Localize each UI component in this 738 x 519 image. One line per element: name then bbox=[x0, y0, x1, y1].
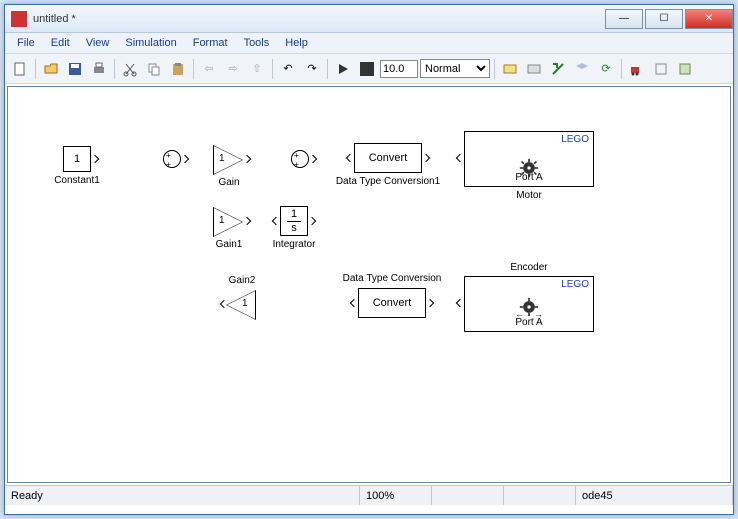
sum2-signs: ++ bbox=[294, 151, 299, 169]
dtc1-text: Convert bbox=[369, 152, 408, 164]
status-empty1 bbox=[432, 486, 504, 505]
minimize-button[interactable]: — bbox=[605, 9, 643, 29]
paste-icon[interactable] bbox=[167, 58, 189, 80]
sim-time-input[interactable] bbox=[380, 60, 418, 78]
constant1-label: Constant1 bbox=[50, 175, 104, 186]
print-icon[interactable] bbox=[88, 58, 110, 80]
port-out bbox=[243, 155, 251, 163]
status-zoom: 100% bbox=[360, 486, 432, 505]
gain2-label: Gain2 bbox=[226, 275, 258, 286]
gain2-value: 1 bbox=[242, 298, 248, 309]
port-out bbox=[91, 155, 99, 163]
port-in bbox=[426, 299, 434, 307]
refresh-icon[interactable]: ⟳ bbox=[595, 58, 617, 80]
forward-icon[interactable]: ⇨ bbox=[222, 58, 244, 80]
menu-tools[interactable]: Tools bbox=[236, 35, 278, 51]
block-gain1[interactable] bbox=[213, 207, 243, 237]
statusbar: Ready 100% ode45 bbox=[5, 485, 733, 505]
port-out bbox=[456, 299, 464, 307]
motor-port: Port A bbox=[465, 172, 593, 183]
save-icon[interactable] bbox=[64, 58, 86, 80]
port-in bbox=[346, 154, 354, 162]
menubar: File Edit View Simulation Format Tools H… bbox=[5, 33, 733, 54]
tool5-icon[interactable] bbox=[674, 58, 696, 80]
tool4-icon[interactable] bbox=[650, 58, 672, 80]
tool2-icon[interactable] bbox=[523, 58, 545, 80]
model-canvas[interactable]: 1 Constant1 ++ 1 Gain ++ Convert Data Ty… bbox=[7, 86, 731, 483]
toolbar: ⇦ ⇨ ⇧ ↶ ↷ Normal ⟳ bbox=[5, 54, 733, 84]
constant1-value: 1 bbox=[74, 153, 80, 165]
menu-view[interactable]: View bbox=[78, 35, 118, 51]
gain-label: Gain bbox=[214, 177, 244, 188]
block-motor[interactable]: LEGO Port A bbox=[464, 131, 594, 187]
redo-icon[interactable]: ↷ bbox=[301, 58, 323, 80]
titlebar: untitled * — ☐ ✕ bbox=[5, 5, 733, 33]
port-in bbox=[456, 154, 464, 162]
cut-icon[interactable] bbox=[119, 58, 141, 80]
separator bbox=[35, 59, 36, 79]
menu-format[interactable]: Format bbox=[185, 35, 236, 51]
separator bbox=[327, 59, 328, 79]
encoder-port: Port A bbox=[465, 317, 593, 328]
stop-icon[interactable] bbox=[356, 58, 378, 80]
tool3-icon[interactable] bbox=[571, 58, 593, 80]
window-title: untitled * bbox=[33, 13, 603, 25]
port-out bbox=[350, 299, 358, 307]
integrator-den: s bbox=[291, 222, 297, 234]
encoder-label: Encoder bbox=[464, 262, 594, 273]
block-dtc1[interactable]: Convert bbox=[354, 143, 422, 173]
motor-brand: LEGO bbox=[561, 134, 589, 145]
undo-icon[interactable]: ↶ bbox=[277, 58, 299, 80]
status-empty2 bbox=[504, 486, 576, 505]
motor-label: Motor bbox=[464, 190, 594, 201]
app-icon bbox=[11, 11, 27, 27]
menu-help[interactable]: Help bbox=[277, 35, 316, 51]
block-integrator[interactable]: 1 s bbox=[280, 206, 308, 236]
port-out bbox=[308, 217, 316, 225]
port-out bbox=[422, 154, 430, 162]
app-window: untitled * — ☐ ✕ File Edit View Simulati… bbox=[4, 4, 734, 515]
menu-edit[interactable]: Edit bbox=[43, 35, 78, 51]
integrator-num: 1 bbox=[287, 208, 301, 221]
open-icon[interactable] bbox=[40, 58, 62, 80]
separator bbox=[193, 59, 194, 79]
menu-file[interactable]: File bbox=[9, 35, 43, 51]
status-ready: Ready bbox=[5, 486, 360, 505]
play-icon[interactable] bbox=[332, 58, 354, 80]
separator bbox=[272, 59, 273, 79]
gain-value: 1 bbox=[219, 153, 225, 164]
port-out bbox=[309, 155, 317, 163]
port-out bbox=[181, 155, 189, 163]
encoder-brand: LEGO bbox=[561, 279, 589, 290]
status-solver: ode45 bbox=[576, 486, 733, 505]
separator bbox=[494, 59, 495, 79]
dtc-label: Data Type Conversion bbox=[338, 273, 446, 284]
tool-icon[interactable] bbox=[499, 58, 521, 80]
close-button[interactable]: ✕ bbox=[685, 9, 733, 29]
up-icon[interactable]: ⇧ bbox=[246, 58, 268, 80]
separator bbox=[114, 59, 115, 79]
library-icon[interactable] bbox=[626, 58, 648, 80]
sum1-signs: ++ bbox=[166, 151, 171, 169]
port-in bbox=[272, 217, 280, 225]
build-icon[interactable] bbox=[547, 58, 569, 80]
menu-simulation[interactable]: Simulation bbox=[117, 35, 184, 51]
copy-icon[interactable] bbox=[143, 58, 165, 80]
dtc-text: Convert bbox=[373, 297, 412, 309]
gain1-label: Gain1 bbox=[211, 239, 247, 250]
dtc1-label: Data Type Conversion1 bbox=[332, 176, 444, 187]
block-gain2[interactable] bbox=[226, 290, 256, 320]
gain1-value: 1 bbox=[219, 215, 225, 226]
new-icon[interactable] bbox=[9, 58, 31, 80]
separator bbox=[621, 59, 622, 79]
block-dtc[interactable]: Convert bbox=[358, 288, 426, 318]
block-encoder[interactable]: LEGO ← → Port A bbox=[464, 276, 594, 332]
sim-mode-select[interactable]: Normal bbox=[420, 59, 490, 78]
maximize-button[interactable]: ☐ bbox=[645, 9, 683, 29]
block-constant1[interactable]: 1 bbox=[63, 146, 91, 172]
integrator-label: Integrator bbox=[269, 239, 319, 250]
block-gain[interactable] bbox=[213, 145, 243, 175]
port-out bbox=[243, 217, 251, 225]
back-icon[interactable]: ⇦ bbox=[198, 58, 220, 80]
